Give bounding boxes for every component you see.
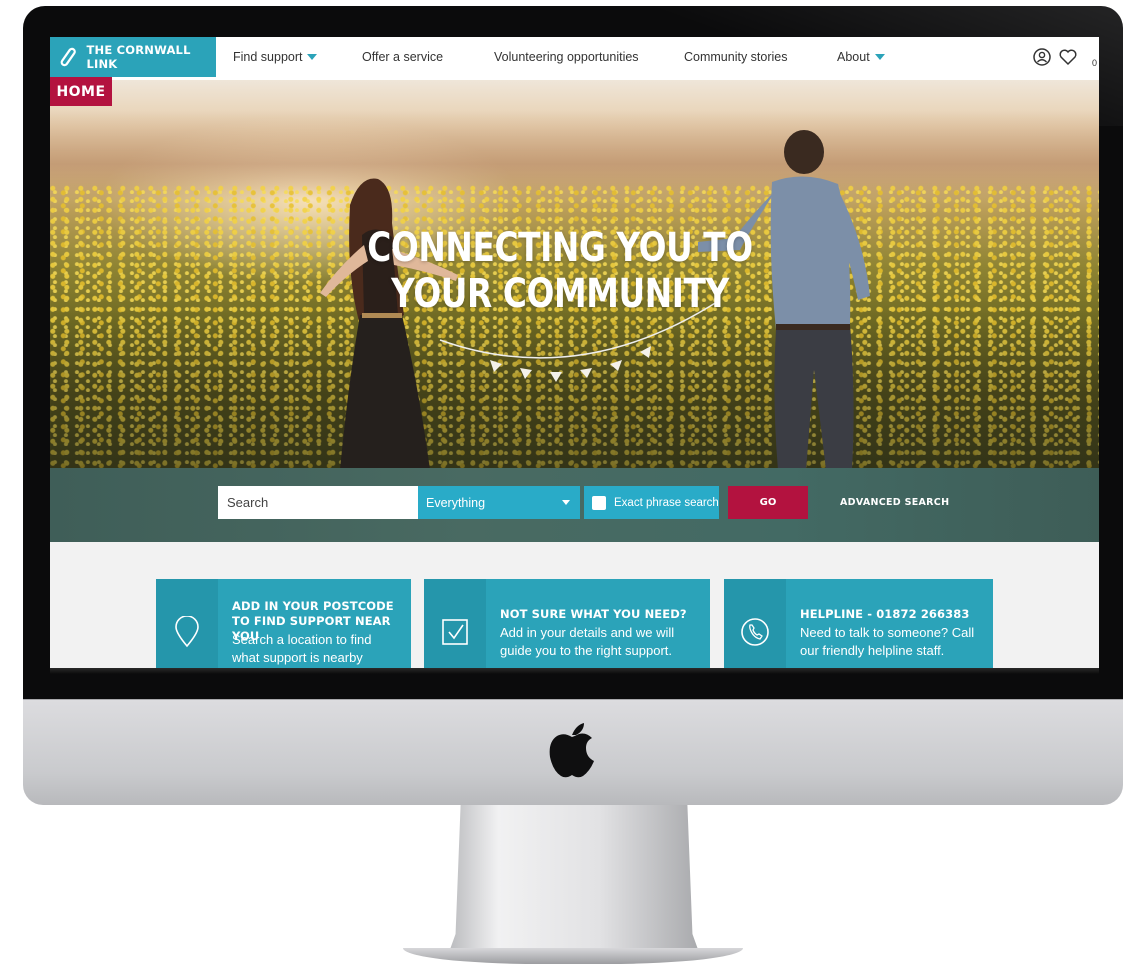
card-icon-column [156, 579, 218, 670]
feature-cards: ADD IN YOUR POSTCODE TO FIND SUPPORT NEA… [50, 542, 1099, 670]
card-icon-column [424, 579, 486, 670]
nav-about-label: About [837, 50, 870, 64]
chevron-down-icon [562, 500, 570, 505]
search-input[interactable] [218, 486, 418, 519]
card-postcode-search[interactable]: ADD IN YOUR POSTCODE TO FIND SUPPORT NEA… [156, 579, 411, 670]
hero-title: CONNECTING YOU TO YOUR COMMUNITY [367, 225, 753, 317]
card-guided-support[interactable]: NOT SURE WHAT YOU NEED? Add in your deta… [424, 579, 710, 670]
hero-banner: CONNECTING YOU TO YOUR COMMUNITY [50, 80, 1099, 468]
screen-bottom-edge [50, 668, 1099, 674]
nav-offer-a-service-label: Offer a service [362, 50, 444, 64]
nav-about[interactable]: About [837, 50, 885, 64]
nav-volunteering[interactable]: Volunteering opportunities [494, 50, 639, 64]
search-scope-select[interactable]: Everything [418, 486, 580, 519]
card-helpline[interactable]: HELPLINE - 01872 266383 Need to talk to … [724, 579, 993, 670]
chevron-down-icon [307, 54, 318, 60]
location-pin-icon [175, 616, 199, 648]
go-button[interactable]: GO [728, 486, 808, 519]
checkbox-tick-icon [442, 619, 468, 645]
monitor-stand [448, 805, 700, 955]
exact-phrase-label: Exact phrase search [614, 496, 719, 509]
nav-find-support[interactable]: Find support [233, 50, 318, 64]
card-body: Add in your details and we will guide yo… [500, 625, 675, 658]
card-body: Search a location to find what support i… [232, 632, 372, 665]
exact-phrase-checkbox[interactable] [592, 495, 606, 510]
site-name: THE CORNWALL LINK [86, 43, 191, 71]
favourites-count: 0 [1092, 58, 1098, 68]
exact-phrase-toggle[interactable]: Exact phrase search [584, 486, 719, 519]
favourites-icon[interactable] [1058, 47, 1078, 67]
top-navigation: THE CORNWALL LINK Find support Offer a s… [50, 37, 1099, 80]
phone-icon [741, 618, 769, 646]
nav-offer-a-service[interactable]: Offer a service [362, 50, 443, 64]
advanced-search-link[interactable]: ADVANCED SEARCH [840, 497, 949, 508]
card-title: HELPLINE - 01872 266383 [800, 607, 970, 621]
search-bar: Everything Exact phrase search GO ADVANC… [50, 468, 1099, 542]
imac-mockup: THE CORNWALL LINK Find support Offer a s… [0, 0, 1135, 967]
page-tag-home: HOME [50, 77, 112, 106]
card-body: Need to talk to someone? Call our friend… [800, 625, 975, 658]
nav-community-stories[interactable]: Community stories [684, 50, 788, 64]
account-icon[interactable] [1032, 47, 1052, 67]
chevron-down-icon [874, 54, 885, 60]
browser-screen: THE CORNWALL LINK Find support Offer a s… [50, 37, 1099, 670]
site-logo[interactable]: THE CORNWALL LINK [50, 37, 216, 77]
monitor-stand-foot [403, 948, 743, 964]
card-icon-column [724, 579, 786, 670]
link-logo-icon [60, 47, 76, 67]
card-title: NOT SURE WHAT YOU NEED? [500, 607, 687, 621]
apple-logo-icon [549, 723, 594, 778]
search-scope-value: Everything [426, 495, 486, 510]
nav-volunteering-label: Volunteering opportunities [494, 50, 639, 64]
nav-community-stories-label: Community stories [684, 50, 788, 64]
nav-find-support-label: Find support [233, 50, 303, 64]
